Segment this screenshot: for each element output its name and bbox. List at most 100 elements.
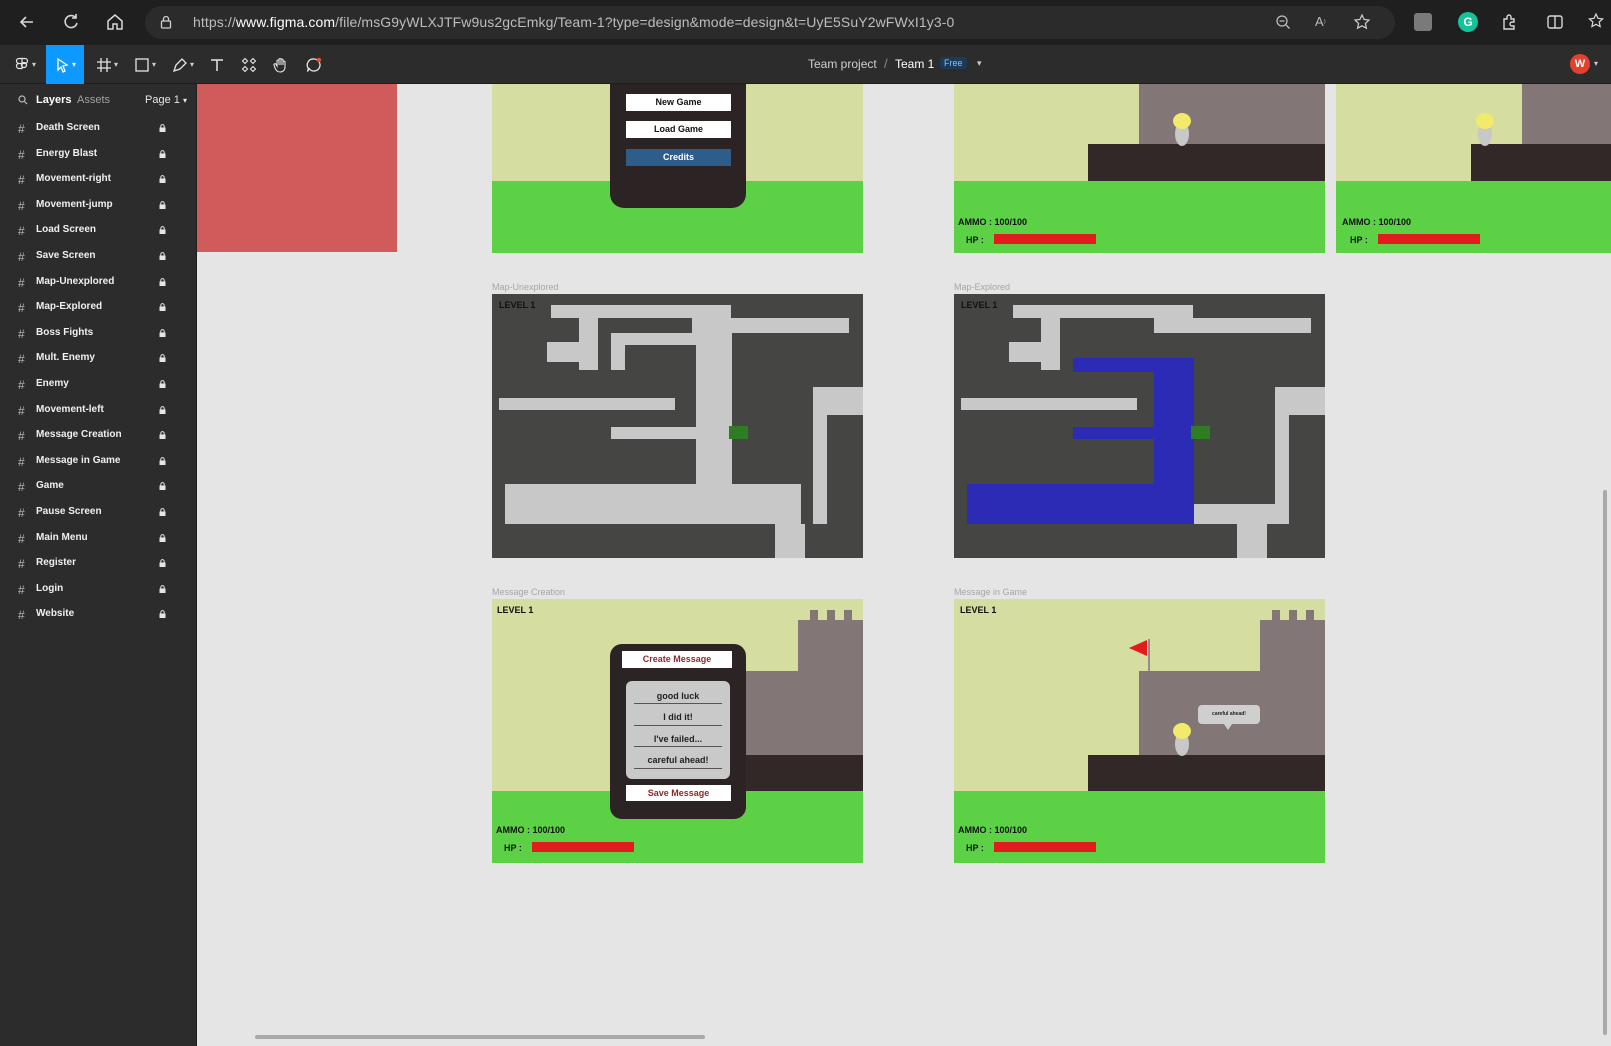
read-aloud-icon[interactable]: A⁾ <box>1315 14 1333 30</box>
layer-row[interactable]: # Message in Game <box>0 449 197 474</box>
lock-icon[interactable] <box>159 584 166 593</box>
message-in-game-frame[interactable]: careful ahead! AMMO : 100/100 HP : LEVEL… <box>954 599 1325 863</box>
hand-tool[interactable] <box>266 45 296 84</box>
layer-row[interactable]: # Pause Screen <box>0 500 197 525</box>
lock-icon[interactable] <box>159 559 166 568</box>
resources-tool[interactable] <box>234 45 264 84</box>
message-option[interactable]: I've failed... <box>628 734 728 744</box>
lock-icon[interactable] <box>159 354 166 363</box>
lock-icon[interactable] <box>159 431 166 440</box>
frame-label[interactable]: Message Creation <box>492 587 565 597</box>
layer-row[interactable]: # Message Creation <box>0 423 197 448</box>
message-option[interactable]: careful ahead! <box>628 755 728 765</box>
save-message-button[interactable]: Save Message <box>626 785 731 801</box>
message-bubble[interactable]: careful ahead! <box>1198 705 1260 724</box>
pen-tool[interactable]: ▾ <box>166 45 200 84</box>
load-game-button[interactable]: Load Game <box>626 121 731 138</box>
home-icon[interactable] <box>102 9 128 35</box>
url-text[interactable]: https://www.figma.com/file/msG9yWLXJTFw9… <box>193 14 954 30</box>
layer-row[interactable]: # Save Screen <box>0 244 197 269</box>
extension-icon[interactable] <box>1414 13 1432 31</box>
avatar[interactable]: W <box>1570 54 1590 74</box>
lock-icon[interactable] <box>159 124 166 132</box>
lock-icon[interactable] <box>159 456 166 465</box>
new-game-button[interactable]: New Game <box>626 94 731 111</box>
message-creation-frame[interactable]: Create Message good luck I did it! I've … <box>492 599 863 863</box>
text-tool[interactable] <box>203 45 231 84</box>
game-frame-b[interactable]: AMMO : 100/100 HP : <box>1336 84 1611 253</box>
lock-icon[interactable] <box>159 149 166 158</box>
layer-row[interactable]: # Enemy <box>0 372 197 397</box>
layer-row[interactable]: # Map-Explored <box>0 295 197 320</box>
breadcrumb-project[interactable]: Team project <box>808 57 877 71</box>
favorites-icon[interactable] <box>1588 12 1606 30</box>
message-option[interactable]: good luck <box>628 691 728 701</box>
map-unexplored-frame[interactable]: LEVEL 1 <box>492 294 863 558</box>
corridor <box>1009 342 1049 362</box>
frame-tool[interactable]: ▾ <box>90 45 124 84</box>
breadcrumb-file-name[interactable]: Team 1 <box>895 57 934 71</box>
layer-row[interactable]: # Login <box>0 577 197 602</box>
move-tool[interactable]: ▾ <box>46 45 84 84</box>
lock-icon[interactable] <box>159 15 173 29</box>
lock-icon[interactable] <box>159 380 166 388</box>
grammarly-icon[interactable]: G <box>1458 12 1478 32</box>
lock-icon[interactable] <box>159 175 166 184</box>
split-screen-icon[interactable] <box>1546 13 1564 31</box>
lock-icon[interactable] <box>159 277 166 286</box>
frame-label[interactable]: Map-Explored <box>954 282 1010 292</box>
page-selector[interactable]: Page 1 ▾ <box>145 94 187 106</box>
lock-icon[interactable] <box>159 482 166 491</box>
address-bar[interactable]: https://www.figma.com/file/msG9yWLXJTFw9… <box>145 6 1395 39</box>
layer-row[interactable]: # Boss Fights <box>0 321 197 346</box>
extensions-puzzle-icon[interactable] <box>1500 12 1520 32</box>
death-screen-frame[interactable] <box>197 84 397 252</box>
layer-row[interactable]: # Website <box>0 602 197 627</box>
layer-row[interactable]: # Load Screen <box>0 218 197 243</box>
layer-row[interactable]: # Death Screen <box>0 116 197 141</box>
page-selector-label: Page 1 <box>145 94 180 106</box>
layer-row[interactable]: # Main Menu <box>0 526 197 551</box>
favorite-star-icon[interactable] <box>1353 13 1371 31</box>
zoom-out-icon[interactable] <box>1275 14 1291 30</box>
chevron-down-icon[interactable]: ▾ <box>977 58 982 69</box>
lock-icon[interactable] <box>159 405 166 414</box>
create-message-button[interactable]: Create Message <box>622 651 732 668</box>
layer-row[interactable]: # Map-Unexplored <box>0 270 197 295</box>
layer-row[interactable]: # Game <box>0 474 197 499</box>
map-explored-frame[interactable]: LEVEL 1 <box>954 294 1325 558</box>
figma-menu-icon[interactable]: ▾ <box>8 45 42 84</box>
credits-button[interactable]: Credits <box>626 149 731 166</box>
layer-row[interactable]: # Movement-left <box>0 398 197 423</box>
layer-row[interactable]: # Energy Blast <box>0 142 197 167</box>
layer-row[interactable]: # Register <box>0 551 197 576</box>
lock-icon[interactable] <box>159 200 166 209</box>
game-frame-a[interactable]: AMMO : 100/100 HP : <box>954 84 1325 253</box>
lock-icon[interactable] <box>159 303 166 312</box>
back-icon[interactable] <box>14 9 40 35</box>
layer-row[interactable]: # Mult. Enemy <box>0 346 197 371</box>
lock-icon[interactable] <box>159 252 166 260</box>
horizontal-scrollbar[interactable] <box>255 1035 705 1039</box>
layer-row[interactable]: # Movement-right <box>0 167 197 192</box>
comment-tool[interactable] <box>298 45 330 84</box>
search-icon[interactable] <box>18 95 28 105</box>
lock-icon[interactable] <box>159 508 166 516</box>
tab-layers[interactable]: Layers <box>36 94 71 106</box>
design-canvas[interactable]: New Game Load Game Credits AMMO : 100/10… <box>197 84 1611 1046</box>
refresh-icon[interactable] <box>58 9 84 35</box>
lock-icon[interactable] <box>159 533 166 542</box>
vertical-scrollbar[interactable] <box>1603 490 1607 1035</box>
message-option[interactable]: I did it! <box>628 712 728 722</box>
lock-icon[interactable] <box>159 328 166 337</box>
lock-icon[interactable] <box>159 610 166 619</box>
main-menu-frame[interactable]: New Game Load Game Credits <box>492 84 863 253</box>
frame-label[interactable]: Message in Game <box>954 587 1027 597</box>
panel-tabs: Layers Assets Page 1 ▾ <box>0 84 197 116</box>
tab-assets[interactable]: Assets <box>77 94 110 106</box>
layer-row[interactable]: # Movement-jump <box>0 193 197 218</box>
frame-label[interactable]: Map-Unexplored <box>492 282 559 292</box>
lock-icon[interactable] <box>159 226 166 235</box>
shape-tool[interactable]: ▾ <box>128 45 162 84</box>
chevron-down-icon[interactable]: ▾ <box>1594 59 1598 68</box>
